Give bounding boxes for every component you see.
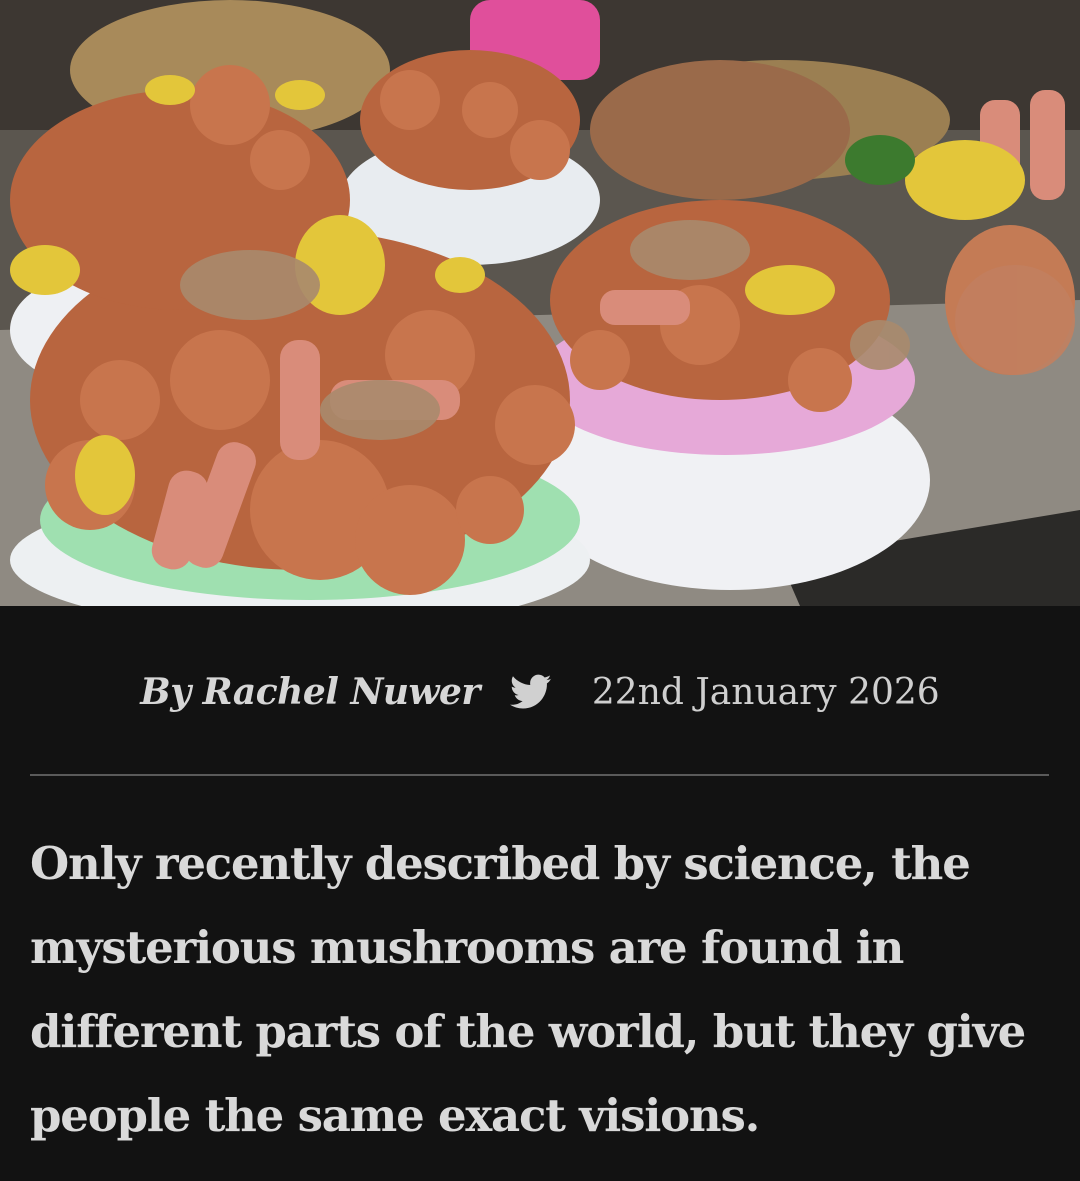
article-meta: By Rachel Nuwer 22nd January 2026 — [0, 660, 1080, 724]
publish-date: 22nd January 2026 — [591, 671, 940, 713]
article-summary: Only recently described by science, the … — [30, 837, 1026, 1142]
twitter-icon[interactable] — [509, 674, 552, 710]
hero-image — [0, 0, 1080, 606]
author-byline[interactable]: By Rachel Nuwer — [140, 671, 480, 713]
divider — [30, 774, 1049, 776]
